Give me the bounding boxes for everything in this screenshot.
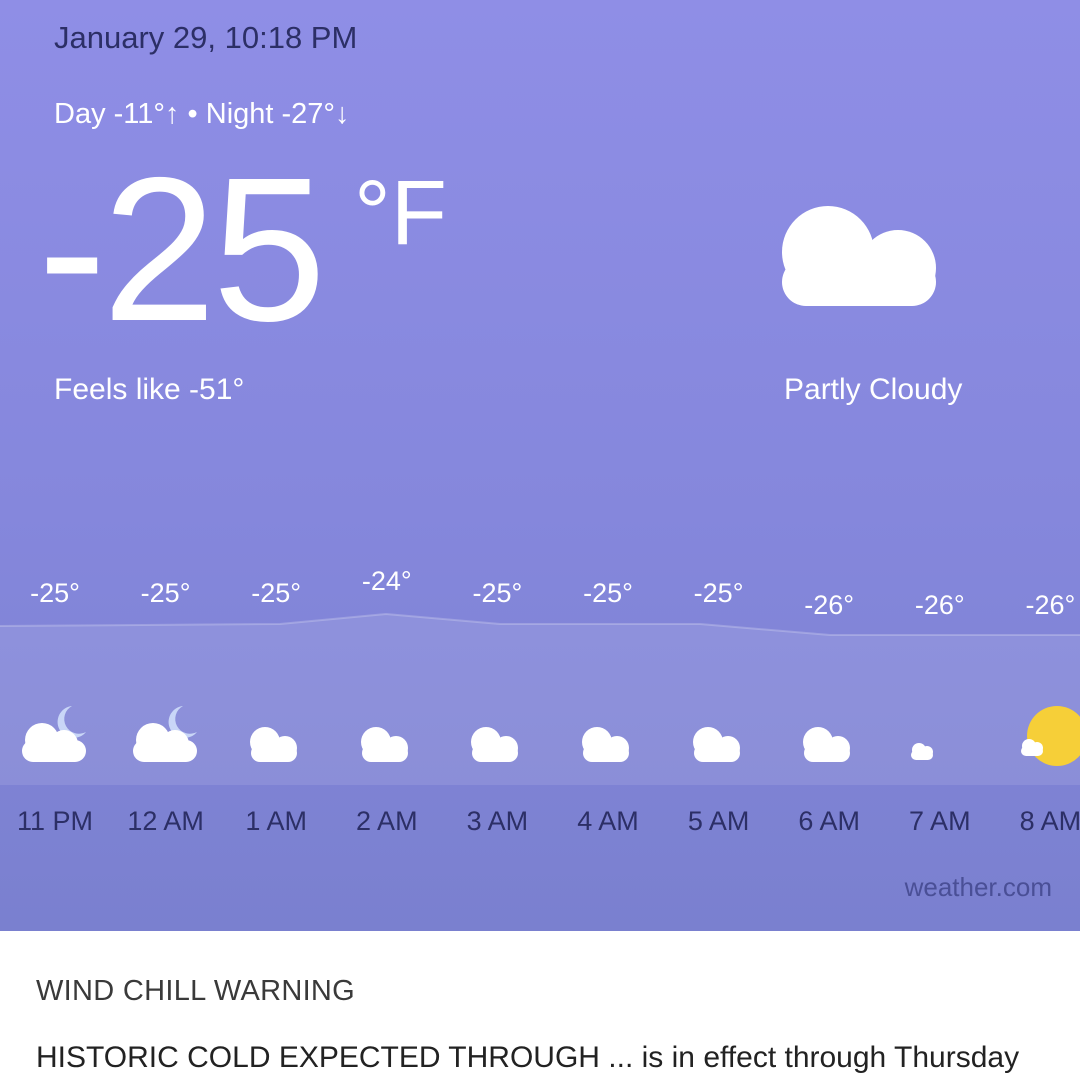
hourly-time: 2 AM	[356, 806, 418, 836]
hourly-time: 6 AM	[798, 806, 860, 836]
hourly-time: 8 AM	[1019, 806, 1080, 836]
hourly-temp: -26°	[914, 590, 965, 620]
hourly-time: 11 PM	[16, 806, 94, 836]
alert-text[interactable]: HISTORIC COLD EXPECTED THROUGH ... is in…	[36, 1041, 1019, 1075]
attribution-link[interactable]: weather.com	[905, 872, 1052, 903]
hourly-temp: -25°	[472, 578, 523, 608]
hourly-temp: -25°	[140, 578, 191, 608]
hourly-time: 1 AM	[245, 806, 307, 836]
hourly-temp: -26°	[804, 590, 855, 620]
hourly-temp: -25°	[30, 578, 80, 608]
hourly-time: 5 AM	[687, 806, 750, 836]
moon-cloud-icon	[782, 150, 954, 306]
moon-cloud-icon	[360, 704, 416, 762]
hourly-temp: -26°	[1025, 590, 1076, 620]
hourly-temp: -24°	[361, 566, 412, 596]
hourly-temp: -25°	[251, 578, 302, 608]
moon-cloud-icon	[803, 704, 859, 762]
moon-cloud-icon	[250, 704, 306, 762]
hourly-temp: -25°	[693, 578, 744, 608]
weather-card[interactable]: January 29, 10:18 PM Day -11°↑ • Night -…	[0, 0, 1080, 931]
moon-small-cloud-icon	[910, 704, 971, 760]
hourly-time: 7 AM	[909, 806, 971, 836]
cloud-moon-icon	[22, 706, 86, 762]
hourly-time: 12 AM	[127, 806, 204, 836]
moon-cloud-icon	[582, 704, 637, 762]
date-time: January 29, 10:18 PM	[54, 20, 358, 55]
moon-cloud-icon	[471, 704, 527, 762]
sun-cloud-icon	[1021, 706, 1080, 766]
condition-label: Partly Cloudy	[784, 373, 963, 406]
cloud-moon-icon	[132, 706, 197, 762]
moon-cloud-icon	[692, 704, 748, 762]
alert-title[interactable]: WIND CHILL WARNING	[36, 975, 355, 1008]
feels-like: Feels like -51°	[54, 373, 245, 406]
hourly-time: 3 AM	[466, 806, 529, 836]
hourly-temp: -25°	[583, 578, 633, 608]
day-night-range: Day -11°↑ • Night -27°↓	[54, 98, 350, 130]
hourly-time: 4 AM	[577, 806, 639, 836]
current-temperature: -25	[38, 135, 326, 364]
temperature-unit: °F	[354, 162, 447, 264]
